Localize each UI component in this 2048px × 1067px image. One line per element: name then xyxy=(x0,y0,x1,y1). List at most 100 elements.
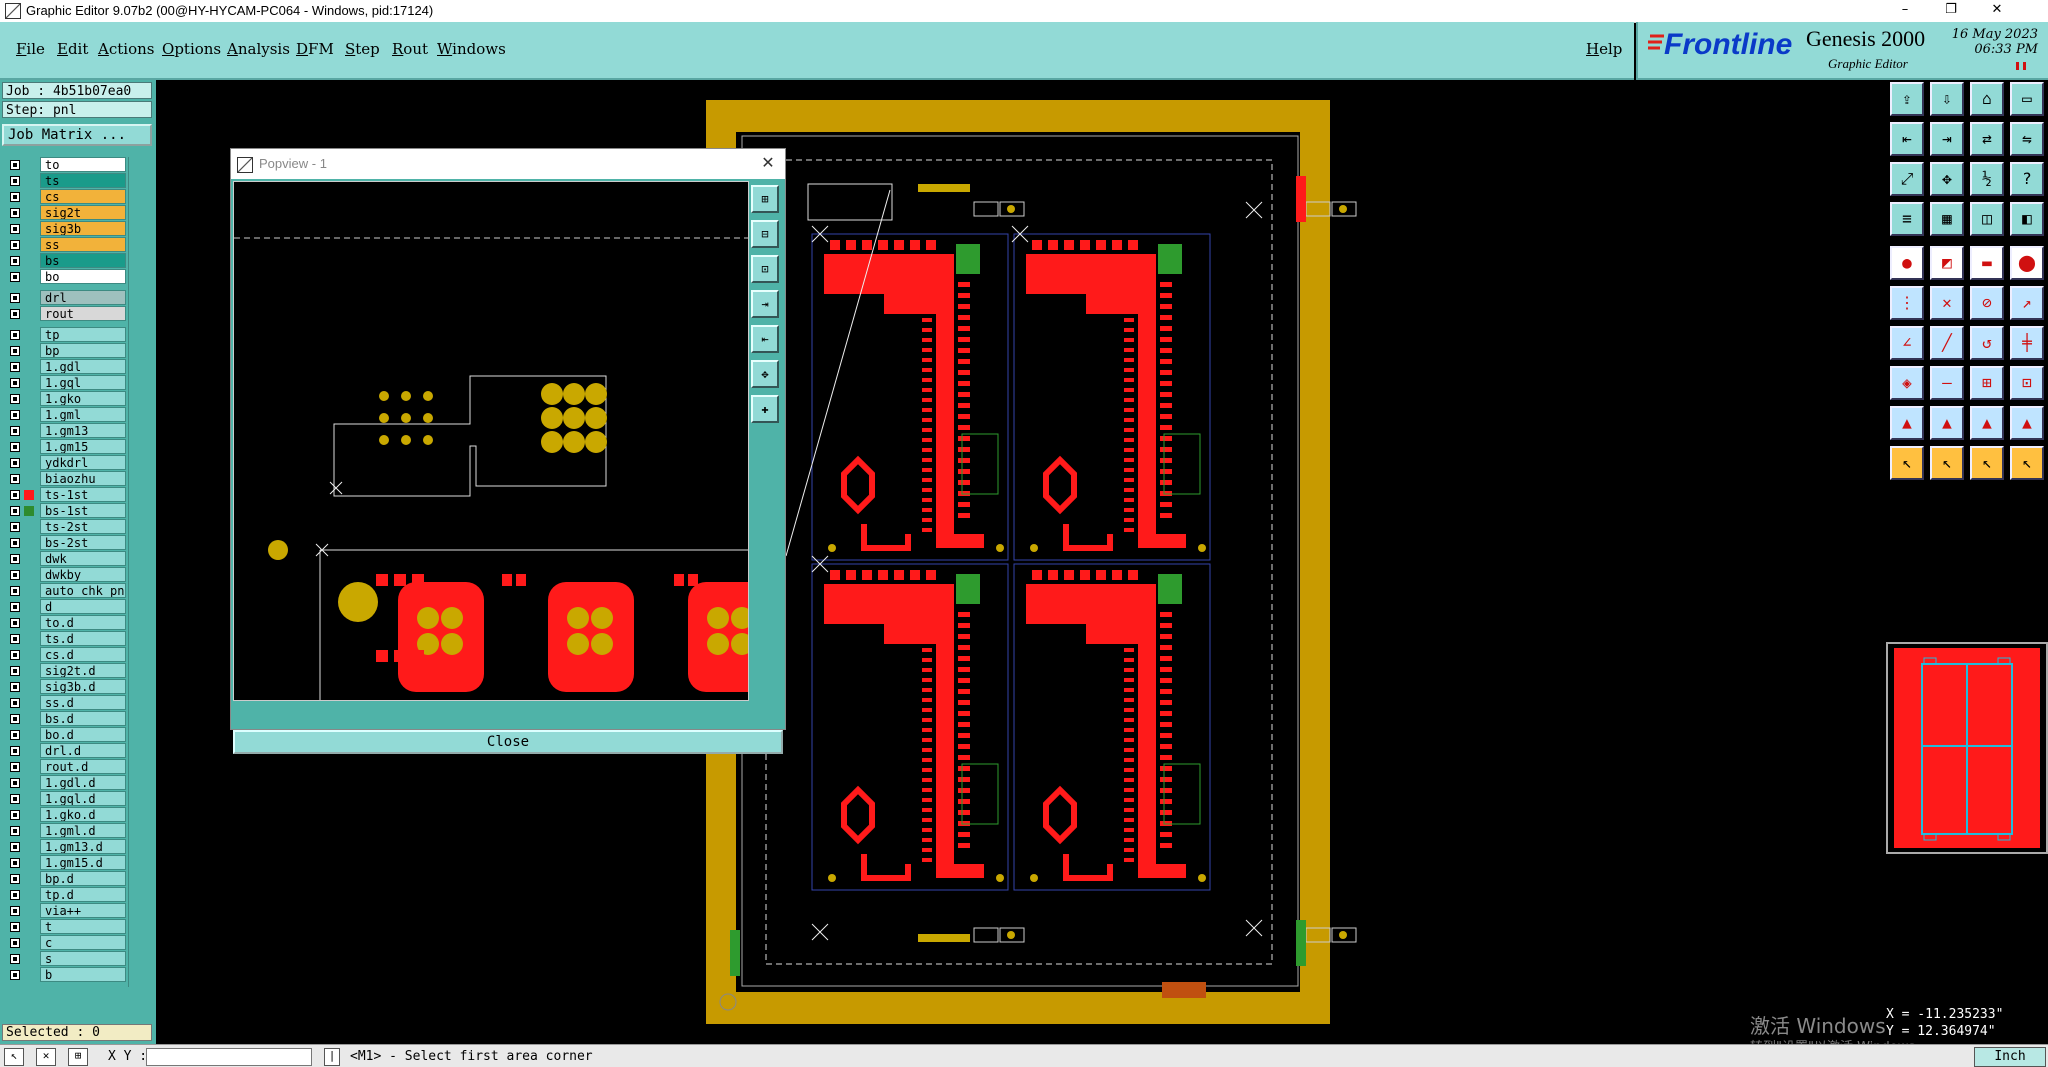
layer-row[interactable]: dwkby xyxy=(4,567,126,583)
layer-checkbox[interactable] xyxy=(10,666,20,676)
layer-name[interactable]: dwkby xyxy=(40,567,126,582)
layer-checkbox[interactable] xyxy=(10,682,20,692)
layer-name[interactable]: cs xyxy=(40,189,126,204)
layer-row[interactable]: b xyxy=(4,967,126,983)
layer-checkbox[interactable] xyxy=(10,842,20,852)
layer-checkbox[interactable] xyxy=(10,554,20,564)
analyze-tool-icon[interactable]: ▲ xyxy=(1970,406,2004,440)
layer-name[interactable]: s xyxy=(40,951,126,966)
layer-checkbox[interactable] xyxy=(10,746,20,756)
job-matrix-button[interactable]: Job Matrix ... xyxy=(2,124,152,146)
layer-name[interactable]: ss.d xyxy=(40,695,126,710)
layer-row[interactable]: c xyxy=(4,935,126,951)
status-select-icon[interactable]: ↖ xyxy=(4,1048,24,1066)
layer-row[interactable]: to.d xyxy=(4,615,126,631)
layer-checkbox[interactable] xyxy=(10,309,20,319)
layer-checkbox[interactable] xyxy=(10,922,20,932)
layer-name[interactable]: sig3b xyxy=(40,221,126,236)
layer-checkbox[interactable] xyxy=(10,602,20,612)
prev-step-icon[interactable]: ⇤ xyxy=(1890,122,1924,156)
layer-row[interactable]: sig3b xyxy=(4,221,126,237)
layer-row[interactable]: tp.d xyxy=(4,887,126,903)
check-tool-icon[interactable]: ▲ xyxy=(1930,406,1964,440)
layer-row[interactable]: sig2t xyxy=(4,205,126,221)
layer-checkbox[interactable] xyxy=(10,570,20,580)
layer-row[interactable]: auto_chk_pnl xyxy=(4,583,126,599)
layer-row[interactable]: t xyxy=(4,919,126,935)
units-selector[interactable]: Inch xyxy=(1974,1047,2046,1067)
menu-options[interactable]: Options xyxy=(162,40,221,58)
layer-checkbox[interactable] xyxy=(10,506,20,516)
layer-name[interactable]: rout xyxy=(40,306,126,321)
layer-row[interactable]: biaozhu xyxy=(4,471,126,487)
layer-name[interactable]: bp.d xyxy=(40,871,126,886)
layer-checkbox[interactable] xyxy=(10,474,20,484)
layer-row[interactable]: ts-1st xyxy=(4,487,126,503)
layer-row[interactable]: 1.gm13 xyxy=(4,423,126,439)
layer-name[interactable]: sig2t xyxy=(40,205,126,220)
layer-checkbox[interactable] xyxy=(10,938,20,948)
layer-row[interactable]: ts xyxy=(4,173,126,189)
help-icon[interactable]: ? xyxy=(2010,162,2044,196)
toggle-units-icon[interactable]: ⇋ xyxy=(2010,122,2044,156)
layer-row[interactable]: cs xyxy=(4,189,126,205)
pointer-tool-icon[interactable]: ↖ xyxy=(1890,446,1924,480)
close-window-button[interactable]: ✕ xyxy=(1974,0,2020,22)
layer-checkbox[interactable] xyxy=(10,714,20,724)
connect-tool-icon[interactable]: ↗ xyxy=(2010,286,2044,320)
layer-row[interactable]: bp.d xyxy=(4,871,126,887)
layer-checkbox[interactable] xyxy=(10,293,20,303)
layer-checkbox[interactable] xyxy=(10,160,20,170)
restore-button[interactable]: ❐ xyxy=(1928,0,1974,22)
pick-tool-icon[interactable]: ↖ xyxy=(1930,446,1964,480)
layer-checkbox[interactable] xyxy=(10,954,20,964)
layer-row[interactable]: drl.d xyxy=(4,743,126,759)
layer-name[interactable]: ts-2st xyxy=(40,519,126,534)
status-grid-icon[interactable]: ⊞ xyxy=(68,1048,88,1066)
menu-rout[interactable]: Rout xyxy=(392,40,428,58)
copy-tool-icon[interactable]: ◈ xyxy=(1890,366,1924,400)
layer-name[interactable]: drl xyxy=(40,290,126,305)
popview-center-button[interactable]: ✚ xyxy=(751,395,779,423)
layer-name[interactable]: ss xyxy=(40,237,126,252)
layer-row[interactable]: bs-2st xyxy=(4,535,126,551)
layer-name[interactable]: ts.d xyxy=(40,631,126,646)
layer-row[interactable]: 1.gml xyxy=(4,407,126,423)
layer-checkbox[interactable] xyxy=(10,192,20,202)
layer-name[interactable]: d xyxy=(40,599,126,614)
layer-row[interactable]: bp xyxy=(4,343,126,359)
layer-row[interactable]: bs-1st xyxy=(4,503,126,519)
layer-name[interactable]: bo.d xyxy=(40,727,126,742)
xy-input[interactable] xyxy=(146,1048,312,1066)
layer-row[interactable]: 1.gdl.d xyxy=(4,775,126,791)
layer-checkbox[interactable] xyxy=(10,522,20,532)
layer-name[interactable]: 1.gql xyxy=(40,375,126,390)
line-tool-icon[interactable]: ◩ xyxy=(1930,246,1964,280)
layer-row[interactable]: to xyxy=(4,157,126,173)
layer-checkbox[interactable] xyxy=(10,224,20,234)
layer-name[interactable]: 1.gdl.d xyxy=(40,775,126,790)
scale-icon[interactable]: ½ xyxy=(1970,162,2004,196)
minimize-button[interactable]: – xyxy=(1882,0,1928,22)
layer-name[interactable]: ts xyxy=(40,173,126,188)
layer-name[interactable]: auto_chk_pnl xyxy=(40,583,126,598)
next-step-icon[interactable]: ⇥ xyxy=(1930,122,1964,156)
layer-checkbox[interactable] xyxy=(10,346,20,356)
layer-row[interactable]: ss.d xyxy=(4,695,126,711)
layer-checkbox[interactable] xyxy=(10,272,20,282)
layer-name[interactable]: 1.gml.d xyxy=(40,823,126,838)
move-tool-icon[interactable]: ⊞ xyxy=(1970,366,2004,400)
pause-icon[interactable] xyxy=(2016,62,2026,70)
pad-tool-icon[interactable]: ● xyxy=(1890,246,1924,280)
layer-name[interactable]: drl.d xyxy=(40,743,126,758)
layer-name[interactable]: b xyxy=(40,967,126,982)
layer-checkbox[interactable] xyxy=(10,650,20,660)
layer-row[interactable]: bs.d xyxy=(4,711,126,727)
window-icon[interactable]: ▭ xyxy=(2010,82,2044,116)
slope-tool-icon[interactable]: ╱ xyxy=(1930,326,1964,360)
zoom-fit-icon[interactable]: ⤢ xyxy=(1890,162,1924,196)
drag-tool-icon[interactable]: ↖ xyxy=(1970,446,2004,480)
layer-checkbox[interactable] xyxy=(10,208,20,218)
layer-checkbox[interactable] xyxy=(10,858,20,868)
layer-row[interactable]: bo.d xyxy=(4,727,126,743)
